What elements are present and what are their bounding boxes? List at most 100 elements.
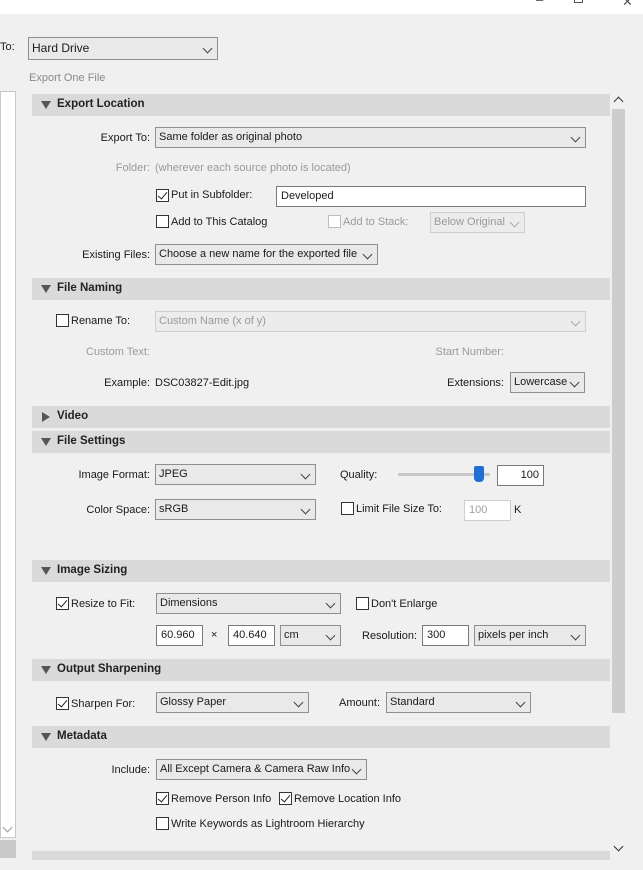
folder-value: (wherever each source photo is located)	[155, 162, 351, 174]
chevron-down-icon	[300, 469, 311, 480]
sharpen-for-checkbox[interactable]	[56, 697, 69, 710]
chevron-down-icon	[293, 697, 304, 708]
section-next-partial[interactable]	[32, 851, 610, 860]
dropdown-value: JPEG	[159, 468, 188, 480]
resolution-input[interactable]: 300	[422, 625, 469, 646]
rename-to-label: Rename To:	[71, 315, 131, 327]
dropdown-value: Custom Name (x of y)	[159, 315, 266, 327]
metadata-include-dropdown[interactable]: All Except Camera & Camera Raw Info	[156, 759, 367, 780]
dropdown-value: sRGB	[159, 503, 189, 515]
minimize-icon[interactable]: –	[536, 0, 543, 7]
maximize-icon[interactable]	[574, 0, 583, 3]
stack-position-dropdown[interactable]: Below Original	[430, 212, 525, 233]
example-filename: DSC03827-Edit.jpg	[155, 377, 250, 389]
put-in-subfolder-checkbox[interactable]	[156, 189, 169, 202]
height-input[interactable]: 40.640	[228, 625, 275, 646]
presets-panel[interactable]	[0, 91, 16, 838]
section-video[interactable]: Video	[32, 406, 610, 428]
section-title: File Naming	[57, 282, 123, 294]
color-space-dropdown[interactable]: sRGB	[155, 499, 316, 520]
dropdown-value: All Except Camera & Camera Raw Info	[160, 763, 351, 775]
chevron-down-icon	[325, 630, 336, 641]
triangle-down-icon	[41, 733, 51, 741]
export-subtitle: Export One File	[29, 72, 106, 84]
dont-enlarge-checkbox[interactable]	[356, 597, 369, 610]
dropdown-value: Dimensions	[160, 597, 218, 609]
width-input[interactable]: 60.960	[156, 625, 203, 646]
start-number-label: Start Number:	[435, 346, 504, 358]
section-image-sizing[interactable]: Image Sizing	[32, 560, 610, 582]
dropdown-value: Below Original	[434, 216, 505, 228]
add-to-stack-label: Add to Stack:	[343, 216, 409, 228]
limit-file-size-checkbox[interactable]	[341, 502, 354, 515]
export-destination-dropdown[interactable]: Hard Drive	[28, 37, 218, 60]
title-bar	[0, 0, 643, 14]
resize-to-fit-checkbox[interactable]	[56, 597, 69, 610]
extensions-dropdown[interactable]: Lowercase	[510, 372, 585, 393]
example-label: Example:	[104, 377, 150, 389]
add-to-stack-checkbox[interactable]	[328, 215, 341, 228]
resolution-label: Resolution:	[362, 630, 418, 642]
dropdown-value: Glossy Paper	[160, 696, 227, 708]
sharpen-for-dropdown[interactable]: Glossy Paper	[156, 692, 309, 713]
dropdown-value: Choose a new name for the exported file	[159, 248, 358, 260]
remove-location-info-checkbox[interactable]	[279, 792, 292, 805]
image-format-label: Image Format:	[78, 469, 150, 481]
section-title: Output Sharpening	[57, 663, 162, 675]
write-keywords-checkbox[interactable]	[156, 817, 169, 830]
chevron-down-icon	[569, 377, 580, 388]
file-size-unit: K	[514, 504, 522, 516]
dropdown-value: cm	[284, 629, 299, 641]
chevron-down-icon	[570, 132, 581, 143]
section-title: Video	[57, 410, 89, 422]
resolution-unit-dropdown[interactable]: pixels per inch	[474, 625, 586, 646]
existing-files-dropdown[interactable]: Choose a new name for the exported file	[155, 244, 378, 265]
limit-file-size-label: Limit File Size To:	[356, 503, 442, 515]
section-metadata[interactable]: Metadata	[32, 726, 610, 748]
export-location-label: Export To:	[100, 132, 150, 144]
triangle-down-icon	[41, 101, 51, 109]
chevron-down-icon	[202, 43, 213, 54]
export-destination-value: Hard Drive	[32, 41, 90, 55]
quality-input[interactable]: 100	[497, 465, 544, 486]
rename-to-checkbox[interactable]	[56, 314, 69, 327]
section-file-settings[interactable]: File Settings	[32, 431, 610, 453]
sharpen-for-label: Sharpen For:	[71, 698, 136, 710]
limit-file-size-input[interactable]: 100	[464, 500, 511, 521]
close-icon[interactable]: ✕	[622, 0, 633, 10]
write-keywords-label: Write Keywords as Lightroom Hierarchy	[171, 818, 365, 830]
chevron-down-icon	[570, 630, 581, 641]
put-in-subfolder-label: Put in Subfolder:	[171, 189, 253, 201]
add-to-catalog-checkbox[interactable]	[156, 215, 169, 228]
size-unit-dropdown[interactable]: cm	[280, 625, 341, 646]
subfolder-name-input[interactable]: Developed	[276, 186, 586, 207]
chevron-down-icon	[570, 316, 581, 327]
existing-files-label: Existing Files:	[82, 249, 150, 261]
times-sign: ×	[211, 629, 218, 641]
section-export-location[interactable]: Export Location	[32, 94, 610, 116]
quality-slider-thumb[interactable]	[474, 466, 484, 482]
scrollbar-thumb[interactable]	[612, 109, 625, 713]
remove-person-info-label: Remove Person Info	[171, 793, 272, 805]
resize-mode-dropdown[interactable]: Dimensions	[156, 593, 341, 614]
remove-person-info-checkbox[interactable]	[156, 792, 169, 805]
section-title: Metadata	[57, 730, 107, 742]
quality-label: Quality:	[340, 469, 378, 481]
chevron-down-icon	[362, 249, 373, 260]
section-output-sharpening[interactable]: Output Sharpening	[32, 659, 610, 681]
sharpen-amount-dropdown[interactable]: Standard	[386, 692, 531, 713]
dropdown-value: Lowercase	[514, 376, 568, 388]
folder-label: Folder:	[115, 162, 150, 174]
panel-footer	[0, 840, 16, 858]
custom-text-label: Custom Text:	[86, 346, 150, 358]
export-location-dropdown[interactable]: Same folder as original photo	[155, 127, 586, 148]
add-to-catalog-label: Add to This Catalog	[171, 216, 268, 228]
section-file-naming[interactable]: File Naming	[32, 278, 610, 300]
dropdown-value: Standard	[390, 696, 435, 708]
image-format-dropdown[interactable]: JPEG	[155, 464, 316, 485]
triangle-down-icon	[41, 567, 51, 575]
resize-to-fit-label: Resize to Fit:	[71, 598, 136, 610]
section-title: Export Location	[57, 98, 145, 110]
rename-template-dropdown[interactable]: Custom Name (x of y)	[155, 311, 586, 332]
triangle-down-icon	[41, 438, 51, 446]
